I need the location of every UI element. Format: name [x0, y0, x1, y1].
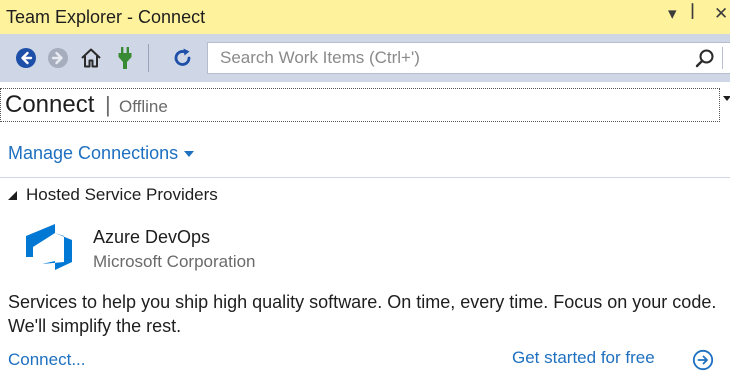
section-hosted-service-providers[interactable]: Hosted Service Providers [8, 185, 218, 205]
connection-status: Offline [119, 97, 168, 116]
toolbar [0, 34, 730, 82]
refresh-icon[interactable] [171, 46, 195, 70]
connect-link[interactable]: Connect... [8, 350, 86, 370]
provider-company: Microsoft Corporation [93, 252, 256, 271]
forward-icon[interactable] [46, 46, 70, 70]
arrow-circle-right-icon[interactable] [692, 349, 714, 371]
collapse-triangle-icon [8, 191, 17, 201]
provider-description: Services to help you ship high quality s… [8, 292, 717, 336]
close-icon[interactable]: ✕ [714, 4, 728, 24]
search-box [207, 42, 730, 74]
page-dropdown-icon[interactable] [723, 96, 730, 101]
manage-connections-link[interactable]: Manage Connections [8, 143, 195, 164]
azure-devops-logo-icon [26, 224, 72, 270]
title-bar: Team Explorer - Connect ▾ ꟾ ✕ [0, 0, 730, 34]
search-input[interactable] [208, 43, 702, 73]
page-title: Connect [5, 91, 95, 118]
plug-icon[interactable] [113, 46, 137, 70]
get-started-link[interactable]: Get started for free [512, 348, 655, 368]
page-selector[interactable]: Connect | Offline [0, 88, 720, 122]
toolbar-separator [148, 44, 149, 72]
page-header: Connect | Offline [0, 84, 730, 126]
divider [0, 177, 730, 178]
search-icon[interactable] [694, 47, 716, 69]
manage-connections-label: Manage Connections [8, 143, 179, 163]
search-separator [722, 47, 723, 69]
title-separator: | [105, 92, 111, 117]
provider-name: Azure DevOps [93, 227, 211, 247]
pin-icon[interactable]: ꟾ [690, 4, 695, 24]
window-dropdown-icon[interactable]: ▾ [668, 4, 677, 24]
caret-down-icon [184, 151, 195, 158]
section-title: Hosted Service Providers [26, 185, 218, 204]
home-icon[interactable] [79, 46, 103, 70]
window-title: Team Explorer - Connect [6, 7, 206, 27]
back-icon[interactable] [14, 46, 38, 70]
